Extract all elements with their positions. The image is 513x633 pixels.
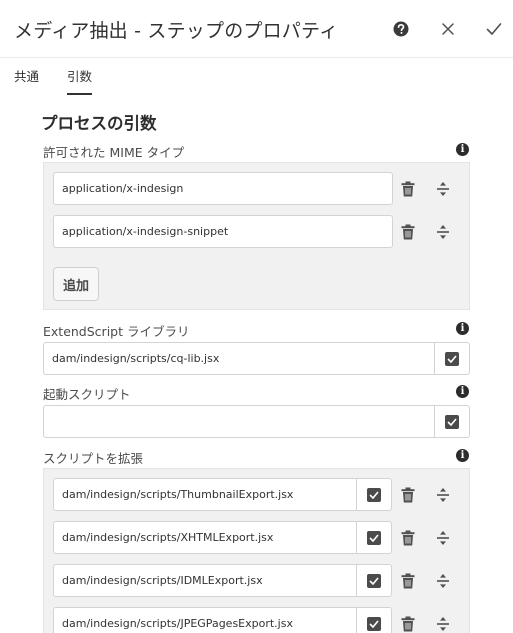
- reorder-script-handle[interactable]: [434, 486, 452, 504]
- section-title: プロセスの引数: [41, 114, 157, 133]
- checkmark-icon: [445, 351, 459, 366]
- checkmark-icon: [367, 487, 381, 502]
- close-icon: [442, 23, 454, 35]
- startup-script-checkbox[interactable]: [435, 405, 470, 438]
- add-mime-button[interactable]: 追加: [53, 267, 99, 301]
- delete-mime-button[interactable]: [399, 223, 417, 241]
- startup-script-info-icon[interactable]: i: [456, 385, 469, 398]
- reorder-script-handle[interactable]: [434, 615, 452, 633]
- drag-handle-icon: [437, 182, 449, 196]
- checkmark-icon: [445, 414, 459, 429]
- drag-handle-icon: [437, 617, 449, 631]
- extendscript-library-input[interactable]: dam/indesign/scripts/cq-lib.jsx: [43, 342, 435, 375]
- trash-icon: [401, 181, 415, 197]
- checkmark-icon: [367, 530, 381, 545]
- trash-icon: [401, 616, 415, 632]
- mime-type-input[interactable]: application/x-indesign: [53, 172, 393, 205]
- delete-script-button[interactable]: [399, 529, 417, 547]
- startup-script-label: 起動スクリプト: [43, 387, 131, 402]
- dialog-header: メディア抽出 - ステップのプロパティ: [0, 0, 513, 58]
- trash-icon: [401, 573, 415, 589]
- extendscript-info-icon[interactable]: i: [456, 322, 469, 335]
- tab-bar: 共通 引数: [0, 58, 513, 102]
- mime-types-info-icon[interactable]: i: [456, 143, 469, 156]
- extend-script-checkbox[interactable]: [357, 521, 392, 554]
- extend-scripts-label: スクリプトを拡張: [43, 451, 144, 466]
- reorder-script-handle[interactable]: [434, 572, 452, 590]
- extendscript-library-checkbox[interactable]: [435, 342, 470, 375]
- mime-types-label: 許可された MIME タイプ: [43, 145, 185, 160]
- reorder-script-handle[interactable]: [434, 529, 452, 547]
- reorder-mime-handle[interactable]: [434, 180, 452, 198]
- checkmark-icon: [367, 573, 381, 588]
- close-button[interactable]: [438, 19, 458, 39]
- drag-handle-icon: [437, 488, 449, 502]
- trash-icon: [401, 487, 415, 503]
- reorder-mime-handle[interactable]: [434, 223, 452, 241]
- extend-script-checkbox[interactable]: [357, 564, 392, 597]
- tab-arguments[interactable]: 引数: [67, 66, 93, 95]
- drag-handle-icon: [437, 574, 449, 588]
- dialog-title: メディア抽出 - ステップのプロパティ: [14, 20, 339, 42]
- tab-common[interactable]: 共通: [14, 66, 39, 93]
- extend-scripts-info-icon[interactable]: i: [456, 449, 469, 462]
- delete-script-button[interactable]: [399, 615, 417, 633]
- trash-icon: [401, 530, 415, 546]
- mime-type-input[interactable]: application/x-indesign-snippet: [53, 215, 393, 248]
- extend-script-input[interactable]: dam/indesign/scripts/XHTMLExport.jsx: [53, 521, 357, 554]
- trash-icon: [401, 224, 415, 240]
- drag-handle-icon: [437, 531, 449, 545]
- delete-mime-button[interactable]: [399, 180, 417, 198]
- startup-script-input[interactable]: [43, 405, 435, 438]
- delete-script-button[interactable]: [399, 572, 417, 590]
- extend-script-input[interactable]: dam/indesign/scripts/JPEGPagesExport.jsx: [53, 607, 357, 633]
- drag-handle-icon: [437, 225, 449, 239]
- extendscript-library-label: ExtendScript ライブラリ: [43, 324, 190, 339]
- delete-script-button[interactable]: [399, 486, 417, 504]
- checkmark-icon: [486, 23, 502, 35]
- help-icon: [393, 21, 409, 37]
- done-button[interactable]: [484, 19, 504, 39]
- extend-script-input[interactable]: dam/indesign/scripts/ThumbnailExport.jsx: [53, 478, 357, 511]
- extend-script-checkbox[interactable]: [357, 478, 392, 511]
- checkmark-icon: [367, 616, 381, 631]
- extend-script-checkbox[interactable]: [357, 607, 392, 633]
- extend-script-input[interactable]: dam/indesign/scripts/IDMLExport.jsx: [53, 564, 357, 597]
- help-button[interactable]: [391, 19, 411, 39]
